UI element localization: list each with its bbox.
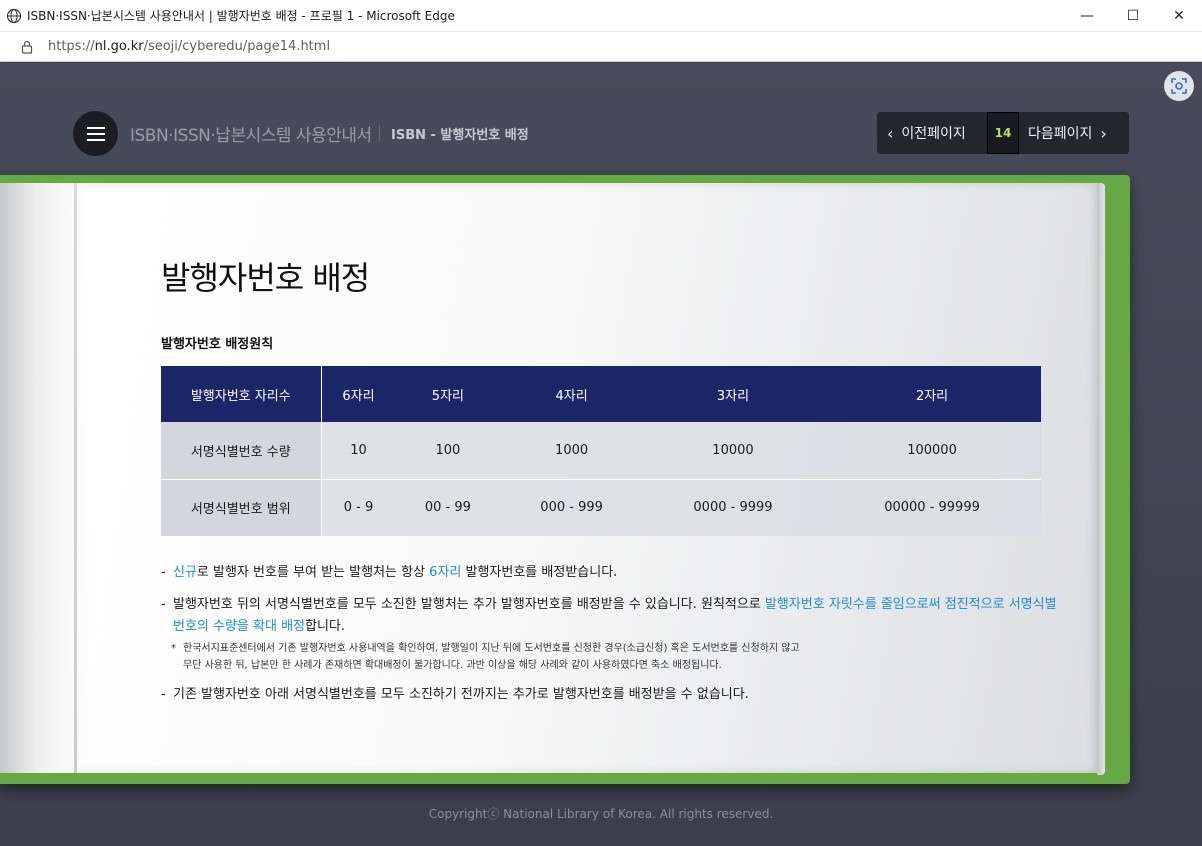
table-cell: 00000 - 99999 xyxy=(823,479,1041,536)
menu-bar-icon xyxy=(86,132,105,135)
table-row-label: 서명식별번호 범위 xyxy=(161,479,322,536)
table-cell: 00 - 99 xyxy=(395,479,501,536)
table-column-header: 4자리 xyxy=(500,366,643,422)
book-spine xyxy=(74,183,77,773)
table-cell: 0 - 9 xyxy=(321,479,396,536)
footnote-line: 무단 사용한 뒤, 납본만 한 사례가 존재하면 확대배정이 불가합니다. 과반… xyxy=(183,660,722,671)
table-header-label: 발행자번호 자리수 xyxy=(161,366,322,422)
page-navigator: ‹ 이전페이지 14 다음페이지 › xyxy=(877,112,1129,154)
table-cell: 10 xyxy=(321,422,396,480)
footnote-star: * xyxy=(171,643,176,654)
menu-bar-icon xyxy=(86,138,105,141)
note-text: 발행자번호를 배정받습니다. xyxy=(461,565,618,580)
note-dash: - xyxy=(161,687,166,702)
close-button[interactable]: ✕ xyxy=(1156,0,1202,32)
browser-titlebar: ISBN·ISSN·납본시스템 사용안내서 | 발행자번호 배정 - 프로필 1… xyxy=(0,0,1202,32)
next-page-button[interactable]: 다음페이지 › xyxy=(1019,112,1107,154)
note-item: - 기존 발행자번호 아래 서명식별번호를 모두 소진하기 전까지는 추가로 발… xyxy=(161,684,1061,706)
screen-capture-icon xyxy=(1171,78,1187,94)
globe-icon xyxy=(6,8,22,23)
page-viewport: ISBN·ISSN·납본시스템 사용안내서 ISBN - 발행자번호 배정 ‹ … xyxy=(0,63,1202,846)
address-bar[interactable]: https://nl.go.kr/seoji/cyberedu/page14.h… xyxy=(0,32,1202,62)
chevron-right-icon: › xyxy=(1100,123,1107,143)
publisher-number-table: 발행자번호 자리수 6자리 5자리 4자리 3자리 2자리 서명식별번호 수량 … xyxy=(161,366,1041,536)
note-dash: - xyxy=(161,597,166,612)
screen-capture-button[interactable] xyxy=(1164,71,1194,101)
table-cell: 1000 xyxy=(500,422,643,480)
allocation-notes: - 신규로 발행자 번호를 부여 받는 발행처는 항상 6자리 발행자번호를 배… xyxy=(161,562,1061,716)
table-cell: 0000 - 9999 xyxy=(642,479,824,536)
footnote-line: 한국서지표준센터에서 기존 발행자번호 사용내역을 확인하여, 발행일이 지난 … xyxy=(183,643,800,654)
window-controls: — ☐ ✕ xyxy=(1064,0,1202,32)
note-item: - 신규로 발행자 번호를 부여 받는 발행처는 항상 6자리 발행자번호를 배… xyxy=(161,562,1061,584)
window-title: ISBN·ISSN·납본시스템 사용안내서 | 발행자번호 배정 - 프로필 1… xyxy=(27,9,455,23)
page-title: 발행자번호 배정 xyxy=(161,259,370,297)
title-divider xyxy=(379,125,380,141)
table-cell: 100 xyxy=(395,422,501,480)
table-column-header: 6자리 xyxy=(321,366,396,422)
table-header-row: 발행자번호 자리수 6자리 5자리 4자리 3자리 2자리 xyxy=(161,366,1041,422)
table-cell: 10000 xyxy=(642,422,824,480)
chevron-left-icon: ‹ xyxy=(887,123,894,143)
section-subtitle: 발행자번호 배정원칙 xyxy=(161,337,274,352)
table-cell: 000 - 999 xyxy=(500,479,643,536)
book-page-edge xyxy=(1097,183,1105,775)
next-page-label: 다음페이지 xyxy=(1028,126,1093,142)
note-highlight: 6자리 xyxy=(429,565,462,580)
note-dash: - xyxy=(161,565,166,580)
minimize-button[interactable]: — xyxy=(1064,0,1110,32)
note-text: 발행자번호 뒤의 서명식별번호를 모두 소진한 발행처는 추가 발행자번호를 배… xyxy=(173,597,765,612)
table-row: 서명식별번호 수량 10 100 1000 10000 100000 xyxy=(161,422,1041,480)
note-item: - 발행자번호 뒤의 서명식별번호를 모두 소진한 발행처는 추가 발행자번호를… xyxy=(161,594,1061,638)
prev-page-button[interactable]: ‹ 이전페이지 xyxy=(877,112,987,154)
table-column-header: 5자리 xyxy=(395,366,501,422)
site-title: ISBN·ISSN·납본시스템 사용안내서 xyxy=(130,126,372,146)
note-text: 기존 발행자번호 아래 서명식별번호를 모두 소진하기 전까지는 추가로 발행자… xyxy=(173,687,749,702)
current-page-number: 14 xyxy=(987,112,1019,154)
maximize-button[interactable]: ☐ xyxy=(1110,0,1156,32)
note-text: 합니다. xyxy=(305,619,346,634)
note-text: 로 발행자 번호를 부여 받는 발행처는 항상 xyxy=(196,565,430,580)
note-highlight: 신규 xyxy=(173,565,197,580)
hamburger-menu-button[interactable] xyxy=(73,111,118,156)
table-column-header: 2자리 xyxy=(823,366,1041,422)
lock-icon[interactable] xyxy=(20,40,34,54)
table-row: 서명식별번호 범위 0 - 9 00 - 99 000 - 999 0000 -… xyxy=(161,479,1041,536)
section-title: ISBN - 발행자번호 배정 xyxy=(391,128,529,143)
url-text[interactable]: https://nl.go.kr/seoji/cyberedu/page14.h… xyxy=(48,39,330,54)
table-row-label: 서명식별번호 수량 xyxy=(161,422,322,480)
book-content: 발행자번호 배정 발행자번호 배정원칙 발행자번호 자리수 6자리 5자리 4자… xyxy=(161,253,1061,702)
copyright-footer: Copyrightⓒ National Library of Korea. Al… xyxy=(428,807,774,821)
table-column-header: 3자리 xyxy=(642,366,824,422)
table-cell: 100000 xyxy=(823,422,1041,480)
menu-bar-icon xyxy=(86,126,105,129)
footnote: * 한국서지표준센터에서 기존 발행자번호 사용내역을 확인하여, 발행일이 지… xyxy=(161,640,1061,674)
prev-page-label: 이전페이지 xyxy=(901,126,966,142)
